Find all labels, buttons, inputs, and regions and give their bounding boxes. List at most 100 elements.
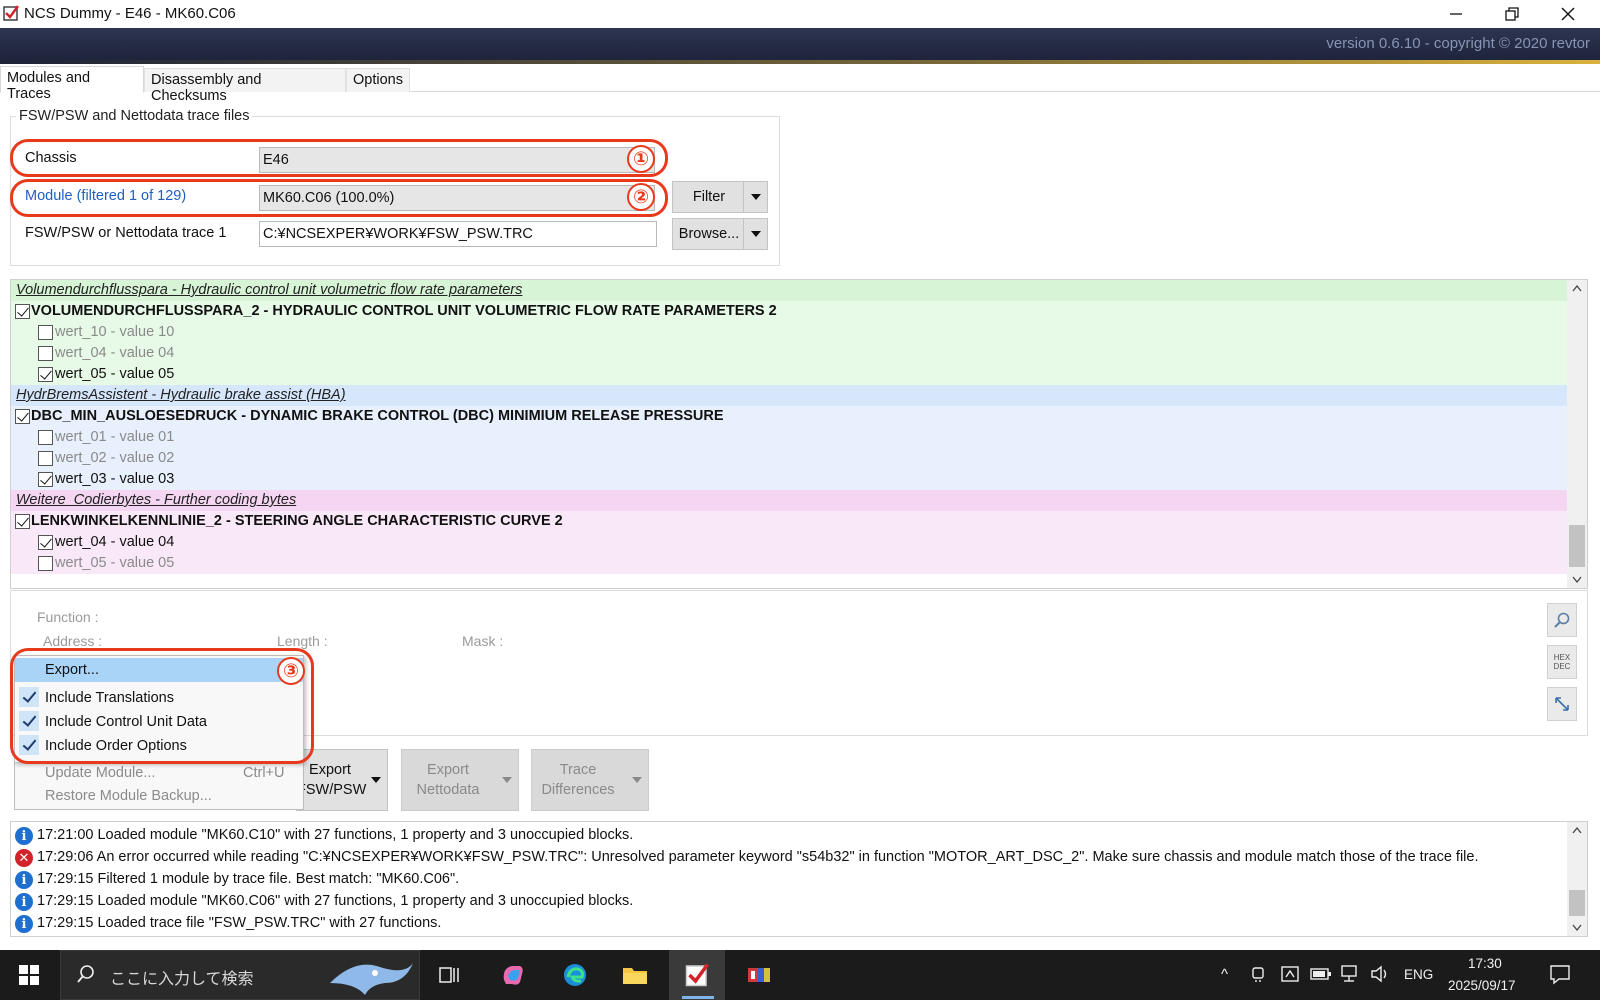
trace-differences-button[interactable]: Trace Differences <box>531 749 649 811</box>
app-window: NCS Dummy - E46 - MK60.C06 version 0.6.1… <box>0 0 1600 1000</box>
title-bar: NCS Dummy - E46 - MK60.C06 <box>0 0 1600 28</box>
app-icon-colorful <box>748 968 770 982</box>
tree-value-row[interactable]: wert_05 - value 05 <box>11 553 1569 574</box>
function-checkbox[interactable] <box>15 304 30 319</box>
log-text: 17:29:06 An error occurred while reading… <box>37 849 1479 865</box>
battery-icon[interactable] <box>1310 966 1332 982</box>
value-name: wert_01 - value 01 <box>55 429 175 445</box>
trace-diff-dropdown[interactable] <box>626 750 648 810</box>
tree-value-row[interactable]: wert_05 - value 05 <box>11 364 1569 385</box>
export-netto-dropdown[interactable] <box>496 750 518 810</box>
log-entry: i 17:29:15 Loaded module "MK60.C06" with… <box>13 891 633 913</box>
tree-function-row[interactable]: LENKWINKELKENNLINIE_2 - STEERING ANGLE C… <box>11 511 1569 532</box>
info-icon: i <box>15 893 33 911</box>
zoom-button[interactable] <box>1547 603 1577 637</box>
value-name: wert_04 - value 04 <box>55 345 175 361</box>
tree-function-row[interactable]: DBC_MIN_AUSLOESEDRUCK - DYNAMIC BRAKE CO… <box>11 406 1569 427</box>
log-scrollbar[interactable] <box>1567 822 1587 936</box>
log-text: 17:29:15 Filtered 1 module by trace file… <box>37 871 460 887</box>
browse-button[interactable]: Browse... <box>672 218 768 250</box>
value-checkbox[interactable] <box>38 451 53 466</box>
app-taskbar-button[interactable] <box>742 958 776 992</box>
copilot-button[interactable] <box>496 958 530 992</box>
tree-function-row[interactable]: VOLUMENDURCHFLUSSPARA_2 - HYDRAULIC CONT… <box>11 301 1569 322</box>
tree-scroll-thumb[interactable] <box>1569 525 1585 567</box>
tree-value-row[interactable]: wert_10 - value 10 <box>11 322 1569 343</box>
log-scroll-thumb[interactable] <box>1569 890 1585 916</box>
value-checkbox[interactable] <box>38 535 53 550</box>
expand-button[interactable] <box>1547 687 1577 721</box>
value-checkbox[interactable] <box>38 325 53 340</box>
restore-button[interactable] <box>1484 0 1540 28</box>
filter-dropdown[interactable] <box>743 182 767 212</box>
tab-disassembly-and-checksums[interactable]: Disassembly and Checksums <box>144 68 346 104</box>
clock-date[interactable]: 2025/09/17 <box>1448 978 1516 993</box>
menu-item-update-module[interactable]: Update Module... <box>45 765 155 781</box>
function-tree[interactable]: Volumendurchflusspara - Hydraulic contro… <box>10 279 1588 589</box>
value-checkbox[interactable] <box>38 556 53 571</box>
value-checkbox[interactable] <box>38 367 53 382</box>
tray-overflow-icon[interactable]: ^ <box>1221 966 1228 983</box>
value-checkbox[interactable] <box>38 346 53 361</box>
scroll-down-icon[interactable] <box>1572 576 1582 584</box>
close-button[interactable] <box>1540 0 1596 28</box>
minimize-button[interactable] <box>1428 0 1484 28</box>
log-panel[interactable]: i 17:21:00 Loaded module "MK60.C10" with… <box>10 821 1588 937</box>
edge-browser-button[interactable] <box>558 958 592 992</box>
menu-item-restore-backup[interactable]: Restore Module Backup... <box>45 788 212 804</box>
file-explorer-button[interactable] <box>618 958 652 992</box>
sync-icon[interactable] <box>1280 964 1300 984</box>
export-fsw-psw-button[interactable]: Export FSW/PSW <box>296 749 388 811</box>
function-checkbox[interactable] <box>15 514 30 529</box>
ncs-dummy-taskbar-button[interactable] <box>680 958 714 992</box>
tree-group-header[interactable]: Volumendurchflusspara - Hydraulic contro… <box>11 280 1569 301</box>
tree-group-header[interactable]: Weitere_Codierbytes - Further coding byt… <box>11 490 1569 511</box>
input-language[interactable]: ENG <box>1404 967 1433 982</box>
tab-options[interactable]: Options <box>346 68 410 92</box>
scroll-down-icon[interactable] <box>1572 924 1582 932</box>
task-view-button[interactable] <box>432 958 466 992</box>
notification-icon[interactable] <box>1549 963 1571 985</box>
scroll-up-icon[interactable] <box>1572 284 1582 292</box>
mask-detail-label: Mask : <box>462 633 504 649</box>
clock-time[interactable]: 17:30 <box>1468 956 1502 971</box>
log-text: 17:21:00 Loaded module "MK60.C10" with 2… <box>37 827 634 843</box>
info-icon: i <box>15 915 33 933</box>
trace-path-input[interactable]: C:¥NCSEXPER¥WORK¥FSW_PSW.TRC <box>259 221 657 247</box>
tree-value-row[interactable]: wert_01 - value 01 <box>11 427 1569 448</box>
annotation-highlight-1 <box>10 139 668 177</box>
network-icon[interactable] <box>1340 964 1362 984</box>
meet-now-icon[interactable] <box>1250 964 1268 984</box>
filter-button[interactable]: Filter <box>672 181 768 213</box>
start-button[interactable] <box>12 958 46 992</box>
volume-icon[interactable] <box>1370 964 1392 984</box>
active-indicator <box>682 996 714 999</box>
scroll-up-icon[interactable] <box>1572 826 1582 834</box>
close-icon <box>1561 7 1575 21</box>
info-icon: i <box>15 871 33 889</box>
tree-scrollbar[interactable] <box>1567 280 1587 588</box>
log-entry: i 17:29:15 Filtered 1 module by trace fi… <box>13 869 459 891</box>
hex-dec-toggle[interactable]: HEX DEC <box>1547 645 1577 679</box>
function-checkbox[interactable] <box>15 409 30 424</box>
length-detail-label: Length : <box>277 633 328 649</box>
magnifier-icon <box>1554 612 1570 628</box>
tab-modules-and-traces[interactable]: Modules and Traces <box>0 66 144 102</box>
tree-value-row[interactable]: wert_02 - value 02 <box>11 448 1569 469</box>
value-checkbox[interactable] <box>38 430 53 445</box>
log-text: 17:29:15 Loaded trace file "FSW_PSW.TRC"… <box>37 915 442 931</box>
value-checkbox[interactable] <box>38 472 53 487</box>
browse-dropdown[interactable] <box>743 219 767 249</box>
tree-value-row[interactable]: wert_04 - value 04 <box>11 343 1569 364</box>
tree-group-header[interactable]: HydrBremsAssistent - Hydraulic brake ass… <box>11 385 1569 406</box>
filter-label: Filter <box>692 189 726 205</box>
tree-value-row[interactable]: wert_03 - value 03 <box>11 469 1569 490</box>
export-fsw-line2: FSW/PSW <box>297 782 367 798</box>
export-nettodata-button[interactable]: Export Nettodata <box>401 749 519 811</box>
annotation-highlight-3 <box>10 648 314 764</box>
function-name: VOLUMENDURCHFLUSSPARA_2 - HYDRAULIC CONT… <box>31 303 777 319</box>
tree-value-row[interactable]: wert_04 - value 04 <box>11 532 1569 553</box>
annotation-number-3: ③ <box>277 657 305 685</box>
log-entry: i 17:29:15 Loaded trace file "FSW_PSW.TR… <box>13 913 441 935</box>
export-fsw-dropdown[interactable] <box>365 750 387 810</box>
